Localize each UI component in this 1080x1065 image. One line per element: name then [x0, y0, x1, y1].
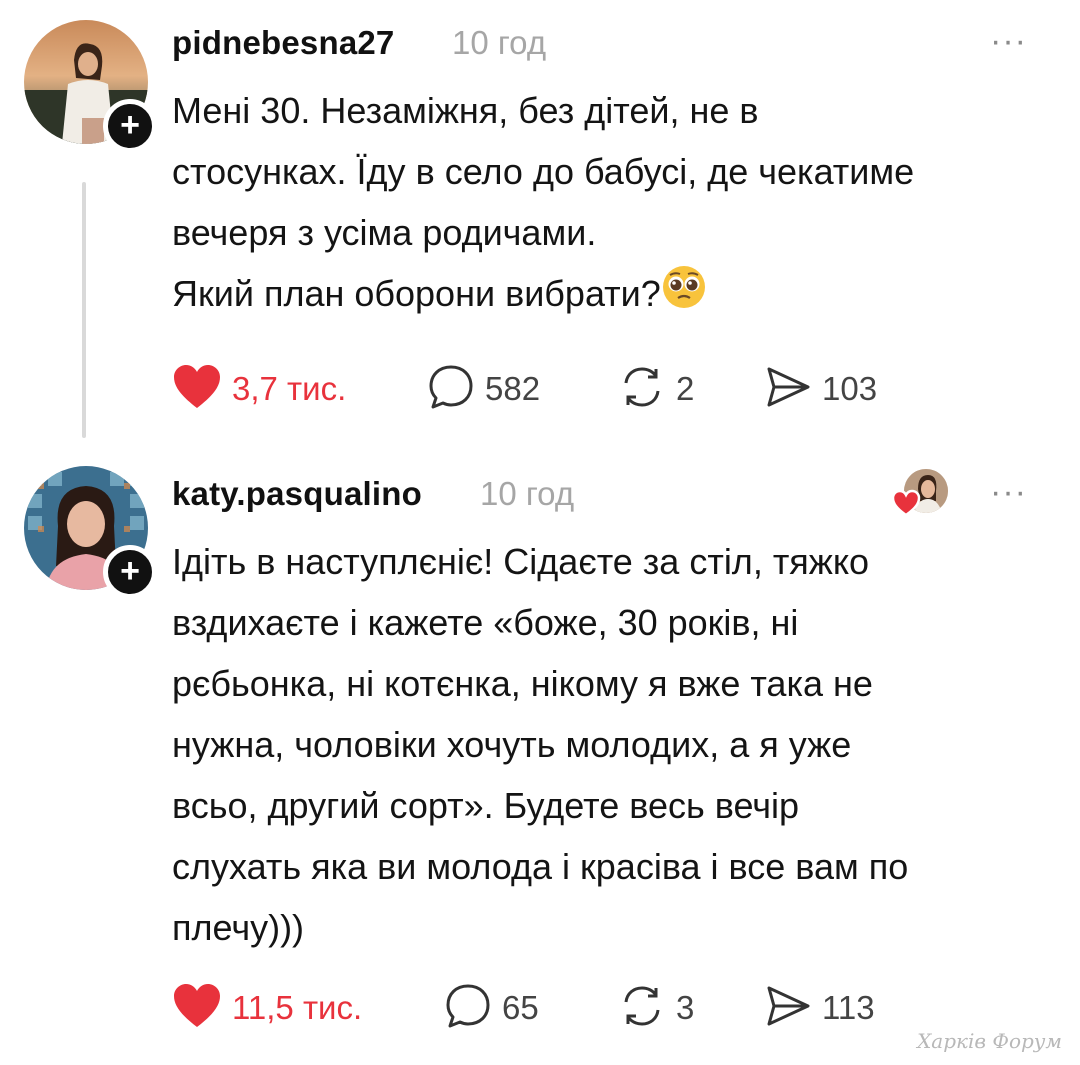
repost-button[interactable]: 3: [618, 983, 694, 1033]
like-button[interactable]: 3,7 тис.: [172, 364, 346, 414]
thread-connector-line: [82, 182, 86, 438]
like-count: 3,7 тис.: [232, 370, 347, 407]
share-count: 113: [822, 989, 875, 1026]
repost-button[interactable]: 2: [618, 364, 694, 414]
comment-bubble-icon: [427, 363, 475, 416]
post-text-content: Мені 30. Незаміжня, без дітей, не в стос…: [172, 90, 915, 314]
author-avatar-container[interactable]: +: [24, 20, 157, 153]
watermark: Харків Форум: [917, 1029, 1062, 1053]
repost-icon: [618, 982, 666, 1035]
repost-count: 3: [676, 989, 695, 1026]
comment-button[interactable]: 65: [444, 983, 539, 1033]
comment-count: 65: [502, 989, 539, 1026]
like-button[interactable]: 11,5 тис.: [172, 983, 362, 1033]
share-button[interactable]: 113: [764, 983, 875, 1033]
heart-filled-icon: [172, 364, 222, 415]
follow-button[interactable]: +: [103, 545, 157, 599]
post-text: Ідіть в наступлєніє! Сідаєте за стіл, тя…: [172, 541, 909, 948]
send-icon: [764, 363, 812, 416]
heart-filled-icon: [172, 983, 222, 1034]
send-icon: [764, 982, 812, 1035]
post-actions: 3,7 тис. 582 2 103: [172, 364, 932, 414]
username[interactable]: katy.pasqualino: [172, 475, 422, 513]
follow-button[interactable]: +: [103, 99, 157, 153]
repost-icon: [618, 363, 666, 416]
comment-bubble-icon: [444, 982, 492, 1035]
share-count: 103: [822, 370, 878, 407]
post-actions: 11,5 тис. 65 3 113: [172, 983, 932, 1033]
like-count: 11,5 тис.: [232, 989, 363, 1026]
repost-count: 2: [676, 370, 695, 407]
comment-count: 582: [485, 370, 541, 407]
comment-button[interactable]: 582: [427, 364, 540, 414]
author-avatar-container[interactable]: +: [24, 466, 157, 599]
timestamp: 10 год: [480, 475, 575, 512]
more-options-button[interactable]: ···: [990, 22, 1027, 61]
pleading-face-emoji: [661, 264, 707, 328]
post-2: + katy.pasqualino 10 год ··· Ідіть в нас…: [0, 445, 1080, 1065]
liked-by-author-avatar: [891, 467, 952, 519]
timestamp: 10 год: [452, 24, 547, 61]
username[interactable]: pidnebesna27: [172, 24, 394, 62]
share-button[interactable]: 103: [764, 364, 877, 414]
more-options-button[interactable]: ···: [990, 473, 1027, 512]
post-text: Мені 30. Незаміжня, без дітей, не в стос…: [172, 80, 914, 328]
post-1: + pidnebesna27 10 год ··· Мені 30. Незам…: [0, 0, 1080, 445]
